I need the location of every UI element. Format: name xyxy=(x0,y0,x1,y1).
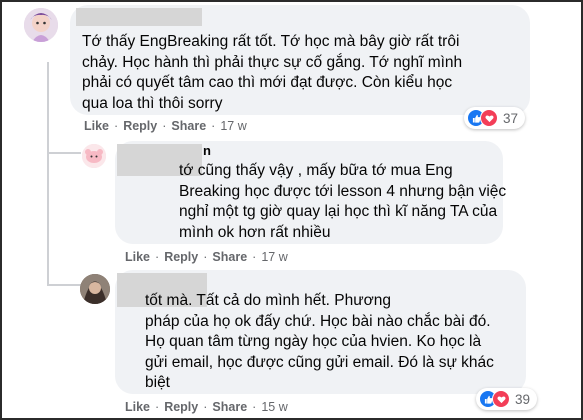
reply-button[interactable]: Reply xyxy=(164,250,198,264)
avatar[interactable] xyxy=(24,8,58,42)
separator-dot: · xyxy=(211,119,216,133)
separator-dot: · xyxy=(252,250,257,264)
avatar[interactable] xyxy=(82,144,106,168)
timestamp[interactable]: 17 w xyxy=(261,250,287,264)
comment-actions: Like · Reply · Share · 17 w xyxy=(125,250,288,264)
comment-text: Tớ thấy EngBreaking rất tốt. Tớ học mà b… xyxy=(82,33,463,112)
comment-text: tốt mà. Tất cả do mình hết. Phương pháp … xyxy=(145,292,494,391)
separator-dot: · xyxy=(252,400,257,414)
reaction-summary[interactable]: 39 xyxy=(476,388,538,410)
separator-dot: · xyxy=(155,400,160,414)
love-icon xyxy=(480,109,498,127)
thread-line xyxy=(47,284,81,286)
separator-dot: · xyxy=(203,250,208,264)
reaction-count: 39 xyxy=(515,391,531,407)
share-button[interactable]: Share xyxy=(212,400,247,414)
like-button[interactable]: Like xyxy=(125,250,150,264)
redacted-username xyxy=(76,8,202,26)
comment-text: tớ cũng thấy vậy , mấy bữa tớ mua Eng Br… xyxy=(179,162,507,241)
reaction-count: 37 xyxy=(503,110,519,126)
comment-actions: Like · Reply · Share · 17 w xyxy=(84,119,247,133)
timestamp[interactable]: 15 w xyxy=(261,400,287,414)
reaction-summary[interactable]: 37 xyxy=(464,107,526,129)
avatar[interactable] xyxy=(80,274,110,304)
thread-line xyxy=(47,152,81,154)
like-button[interactable]: Like xyxy=(125,400,150,414)
separator-dot: · xyxy=(162,119,167,133)
share-button[interactable]: Share xyxy=(212,250,247,264)
reply-button[interactable]: Reply xyxy=(164,400,198,414)
avatar-image-icon xyxy=(80,274,110,304)
love-icon xyxy=(492,390,510,408)
thread-line xyxy=(47,62,49,152)
avatar-image-icon xyxy=(24,8,58,42)
reply-author-fragment: n xyxy=(203,143,211,158)
timestamp[interactable]: 17 w xyxy=(220,119,246,133)
separator-dot: · xyxy=(155,250,160,264)
comment-actions: Like · Reply · Share · 15 w xyxy=(125,400,288,414)
separator-dot: · xyxy=(114,119,119,133)
reply-button[interactable]: Reply xyxy=(123,119,157,133)
share-button[interactable]: Share xyxy=(171,119,206,133)
separator-dot: · xyxy=(203,400,208,414)
like-button[interactable]: Like xyxy=(84,119,109,133)
avatar-image-icon xyxy=(82,144,106,168)
thread-line xyxy=(47,152,49,284)
